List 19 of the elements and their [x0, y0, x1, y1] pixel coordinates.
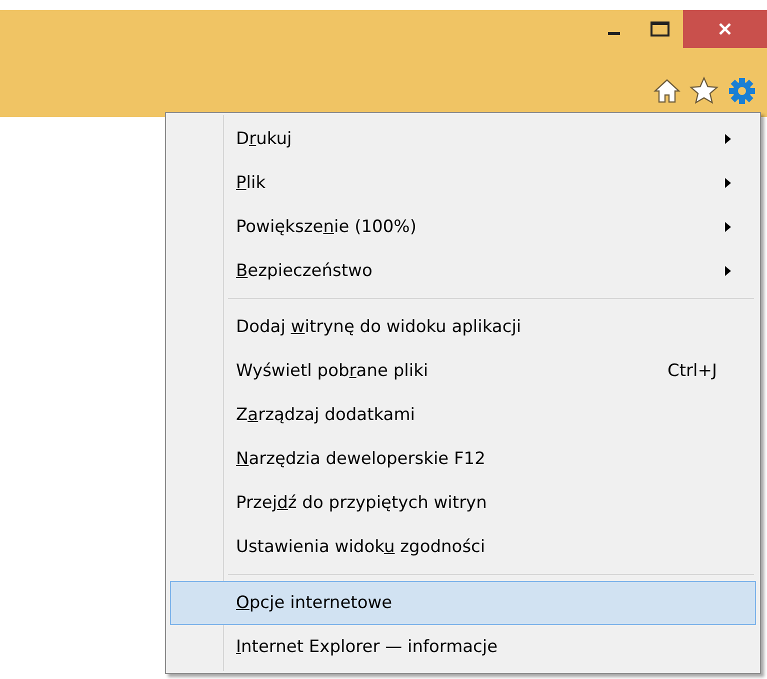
- menu-item[interactable]: Dodaj witrynę do widoku aplikacji: [170, 305, 756, 349]
- menu-item[interactable]: Powiększenie (100%): [170, 205, 756, 249]
- menu-item[interactable]: Bezpieczeństwo: [170, 249, 756, 293]
- menu-item[interactable]: Przejdź do przypiętych witryn: [170, 481, 756, 525]
- menu-item[interactable]: Wyświetl pobrane pliki Ctrl+J: [170, 349, 756, 393]
- star-icon[interactable]: [689, 76, 719, 106]
- maximize-icon: [650, 21, 670, 37]
- close-icon: [717, 21, 733, 37]
- home-icon[interactable]: [653, 77, 681, 105]
- menu-item[interactable]: Internet Explorer — informacje: [170, 625, 756, 669]
- menu-item[interactable]: Plik: [170, 161, 756, 205]
- menu-item[interactable]: Zarządzaj dodatkami: [170, 393, 756, 437]
- menu-item[interactable]: Ustawienia widoku zgodności: [170, 525, 756, 569]
- settings-icon[interactable]: [727, 76, 757, 106]
- menu-item[interactable]: Opcje internetowe: [170, 581, 756, 625]
- minimize-icon: [608, 32, 620, 34]
- menu-item[interactable]: Drukuj: [170, 117, 756, 161]
- shortcut-text: Ctrl+J: [667, 361, 717, 381]
- menu-item[interactable]: Narzędzia deweloperskie F12: [170, 437, 756, 481]
